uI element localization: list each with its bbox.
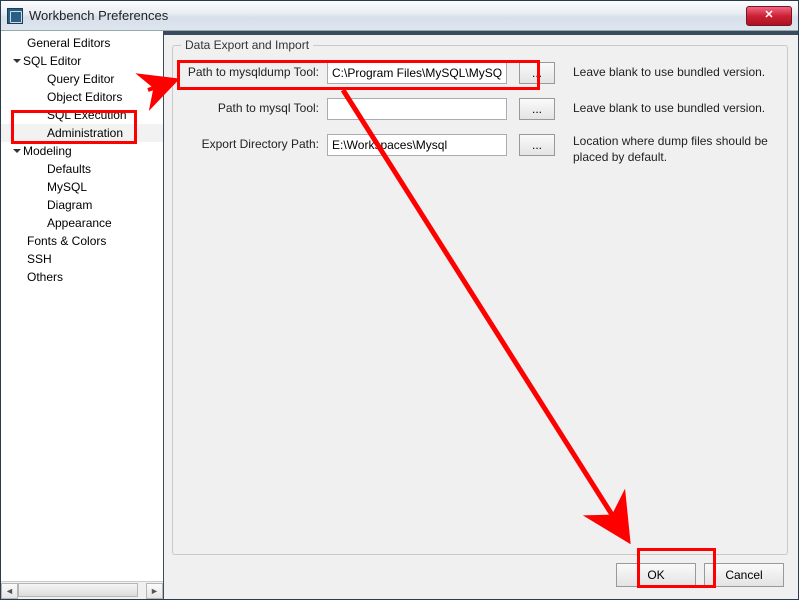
titlebar: Workbench Preferences ✕ bbox=[1, 1, 798, 31]
sidebar-item-diagram[interactable]: Diagram bbox=[1, 196, 163, 214]
close-button[interactable]: ✕ bbox=[746, 6, 792, 26]
input-exportdir-path[interactable] bbox=[327, 134, 507, 156]
sidebar: General Editors SQL Editor Query Editor … bbox=[1, 31, 164, 599]
cancel-button[interactable]: Cancel bbox=[704, 563, 784, 587]
sidebar-item-ssh[interactable]: SSH bbox=[1, 250, 163, 268]
sidebar-item-appearance[interactable]: Appearance bbox=[1, 214, 163, 232]
desc-exportdir: Location where dump files should be plac… bbox=[573, 134, 773, 165]
main-panel: Data Export and Import Path to mysqldump… bbox=[164, 31, 798, 599]
browse-exportdir-button[interactable]: ... bbox=[519, 134, 555, 156]
sidebar-item-fonts-colors[interactable]: Fonts & Colors bbox=[1, 232, 163, 250]
row-mysql: Path to mysql Tool: ... Leave blank to u… bbox=[187, 98, 773, 120]
scroll-left-icon[interactable]: ◄ bbox=[1, 583, 18, 599]
label-mysql: Path to mysql Tool: bbox=[187, 98, 327, 115]
input-mysqldump-path[interactable] bbox=[327, 62, 507, 84]
row-exportdir: Export Directory Path: ... Location wher… bbox=[187, 134, 773, 165]
desc-mysql: Leave blank to use bundled version. bbox=[573, 98, 773, 117]
nav-tree: General Editors SQL Editor Query Editor … bbox=[1, 31, 163, 581]
sidebar-item-others[interactable]: Others bbox=[1, 268, 163, 286]
label-mysqldump: Path to mysqldump Tool: bbox=[187, 62, 327, 79]
sidebar-item-query-editor[interactable]: Query Editor bbox=[1, 70, 163, 88]
browse-mysqldump-button[interactable]: ... bbox=[519, 62, 555, 84]
scroll-right-icon[interactable]: ► bbox=[146, 583, 163, 599]
scroll-thumb[interactable] bbox=[18, 583, 138, 597]
ok-button[interactable]: OK bbox=[616, 563, 696, 587]
chevron-down-icon[interactable] bbox=[13, 59, 21, 63]
sidebar-item-sql-execution[interactable]: SQL Execution bbox=[1, 106, 163, 124]
window: Workbench Preferences ✕ General Editors … bbox=[0, 0, 799, 600]
sidebar-item-administration[interactable]: Administration bbox=[1, 124, 163, 142]
sidebar-hscrollbar[interactable]: ◄ ► bbox=[1, 581, 163, 599]
row-mysqldump: Path to mysqldump Tool: ... Leave blank … bbox=[187, 62, 773, 84]
dialog-buttons: OK Cancel bbox=[164, 555, 798, 599]
sidebar-item-modeling[interactable]: Modeling bbox=[1, 142, 163, 160]
sidebar-item-defaults[interactable]: Defaults bbox=[1, 160, 163, 178]
label-exportdir: Export Directory Path: bbox=[187, 134, 327, 151]
content: General Editors SQL Editor Query Editor … bbox=[1, 31, 798, 599]
scroll-track[interactable] bbox=[18, 583, 146, 599]
sidebar-item-object-editors[interactable]: Object Editors bbox=[1, 88, 163, 106]
groupbox-data-export: Data Export and Import Path to mysqldump… bbox=[172, 45, 788, 555]
close-icon: ✕ bbox=[764, 10, 773, 21]
sidebar-item-general-editors[interactable]: General Editors bbox=[1, 34, 163, 52]
group-title: Data Export and Import bbox=[181, 38, 313, 52]
sidebar-item-mysql[interactable]: MySQL bbox=[1, 178, 163, 196]
input-mysql-path[interactable] bbox=[327, 98, 507, 120]
sidebar-item-sql-editor[interactable]: SQL Editor bbox=[1, 52, 163, 70]
app-icon bbox=[7, 8, 23, 24]
chevron-down-icon[interactable] bbox=[13, 149, 21, 153]
window-title: Workbench Preferences bbox=[29, 8, 746, 23]
browse-mysql-button[interactable]: ... bbox=[519, 98, 555, 120]
desc-mysqldump: Leave blank to use bundled version. bbox=[573, 62, 773, 81]
